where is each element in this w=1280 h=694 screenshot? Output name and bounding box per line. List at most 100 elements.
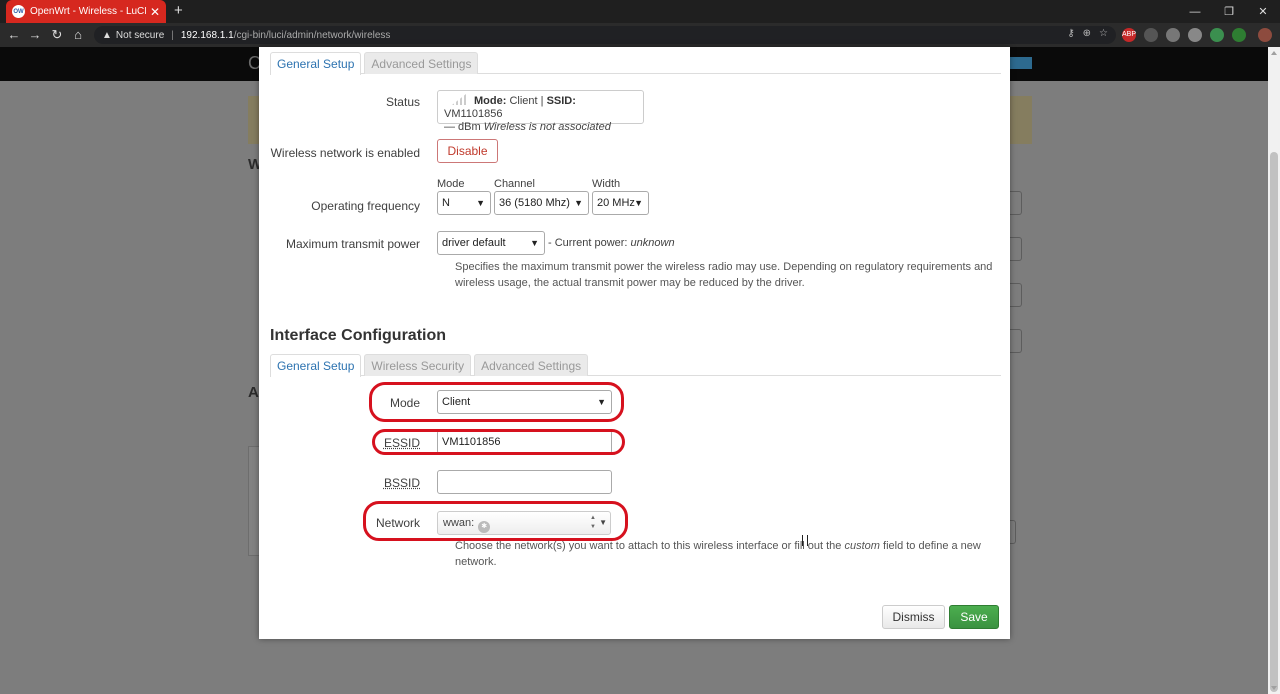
tx-power-select[interactable]: driver default ▼ xyxy=(437,231,545,255)
tab-device-advanced-settings[interactable]: Advanced Settings xyxy=(364,52,479,74)
tab-iface-general-setup[interactable]: General Setup xyxy=(270,354,362,377)
network-highlight xyxy=(363,501,628,541)
status-ssid-key: SSID: xyxy=(546,95,576,107)
zoom-icon[interactable]: ⊕ xyxy=(1083,28,1091,39)
network-help-pre: Choose the network(s) you want to attach… xyxy=(455,540,842,552)
back-arrow-icon[interactable]: ← xyxy=(6,27,22,42)
tx-power-help-line2: wireless usage, the actual transmit powe… xyxy=(455,277,805,289)
network-help: Choose the network(s) you want to attach… xyxy=(455,538,981,570)
address-bar[interactable]: ▲ Not secure | 192.168.1.1/cgi-bin/luci/… xyxy=(94,26,1116,44)
freq-mode-select[interactable]: N ▼ xyxy=(437,191,491,215)
url-path: /cgi-bin/luci/admin/network/wireless xyxy=(233,29,391,41)
save-button[interactable]: Save xyxy=(949,605,999,629)
backdrop-panel xyxy=(248,446,259,556)
scroll-up-arrow-icon[interactable] xyxy=(1271,51,1277,55)
extension-icon[interactable] xyxy=(1210,28,1224,42)
url-host: 192.168.1.1 xyxy=(180,29,234,41)
bssid-input[interactable] xyxy=(437,470,612,494)
backdrop-control xyxy=(1010,520,1016,544)
tx-power-label: Maximum transmit power xyxy=(285,237,420,251)
channel-select[interactable]: 36 (5180 Mhz) ▼ xyxy=(494,191,589,215)
reload-icon[interactable]: ↻ xyxy=(49,27,65,43)
disable-button[interactable]: Disable xyxy=(437,139,498,163)
new-tab-button[interactable]: + xyxy=(174,2,183,19)
status-ssid-value: VM1101856 xyxy=(444,108,503,120)
freq-width-label: Width xyxy=(592,178,621,190)
current-power-prefix: - Current power: xyxy=(548,237,628,249)
backdrop-control xyxy=(1010,329,1022,353)
interface-tabs: General Setup Wireless Security Advanced… xyxy=(270,352,1001,377)
width-select[interactable]: 20 MHz ▼ xyxy=(592,191,649,215)
browser-toolbar: ← → ↻ ⌂ ▲ Not secure | 192.168.1.1/cgi-b… xyxy=(0,23,1280,47)
tab-device-general-setup[interactable]: General Setup xyxy=(270,52,362,75)
home-icon[interactable]: ⌂ xyxy=(70,27,86,42)
network-help-line2: network. xyxy=(455,556,497,568)
extension-icon[interactable] xyxy=(1188,28,1202,42)
network-help-custom: custom xyxy=(844,540,880,552)
tx-power-value: driver default xyxy=(442,237,506,249)
tab-iface-wireless-security[interactable]: Wireless Security xyxy=(364,354,472,376)
chevron-down-icon: ▼ xyxy=(530,238,539,248)
tab-iface-advanced-settings[interactable]: Advanced Settings xyxy=(474,354,589,376)
extension-icons: ABP ⋮ xyxy=(1122,28,1280,42)
extension-icon[interactable] xyxy=(1232,28,1246,42)
adblock-extension-icon[interactable]: ABP xyxy=(1122,28,1136,42)
freq-channel-label: Channel xyxy=(494,178,535,190)
mode-highlight xyxy=(369,382,624,422)
profile-avatar[interactable] xyxy=(1258,28,1272,42)
address-separator: | xyxy=(171,29,174,41)
address-bar-actions: ⚷ ⊕ ☆ xyxy=(1067,28,1108,39)
current-power: - Current power: unknown xyxy=(548,237,675,249)
device-tabs: General Setup Advanced Settings xyxy=(270,50,1001,75)
network-help-post: field to define a new xyxy=(883,540,981,552)
browser-tabstrip: OW OpenWrt - Wireless - LuCI ✕ + — ❐ ✕ xyxy=(0,0,1280,23)
scroll-down-arrow-icon[interactable] xyxy=(1271,686,1277,690)
window-close-button[interactable]: ✕ xyxy=(1246,0,1280,23)
extension-icon[interactable] xyxy=(1166,28,1180,42)
status-mode-key: Mode: xyxy=(474,95,507,107)
operating-frequency-label: Operating frequency xyxy=(311,199,420,213)
chevron-down-icon: ▼ xyxy=(476,198,485,208)
backdrop-badge xyxy=(1010,57,1032,69)
backdrop-control xyxy=(1010,191,1022,215)
status-association: Wireless is not associated xyxy=(483,121,611,133)
backdrop-control xyxy=(1010,237,1022,261)
backdrop-control xyxy=(1010,283,1022,307)
current-power-value: unknown xyxy=(630,237,675,249)
forward-arrow-icon[interactable]: → xyxy=(27,27,43,42)
browser-tab[interactable]: OW OpenWrt - Wireless - LuCI ✕ xyxy=(6,0,166,23)
window-restore-button[interactable]: ❐ xyxy=(1212,0,1246,23)
warning-triangle-icon: ▲ xyxy=(102,29,112,41)
extension-icon[interactable] xyxy=(1144,28,1158,42)
scrollbar-thumb[interactable] xyxy=(1270,152,1278,692)
wireless-enabled-label: Wireless network is enabled xyxy=(270,146,420,160)
tab-close-icon[interactable]: ✕ xyxy=(150,5,160,19)
bssid-label: BSSID xyxy=(383,476,420,490)
key-icon[interactable]: ⚷ xyxy=(1067,28,1074,39)
tx-power-help-line1: Specifies the maximum transmit power the… xyxy=(455,261,993,273)
not-secure-label[interactable]: Not secure xyxy=(116,30,164,41)
window-minimize-button[interactable]: — xyxy=(1178,0,1212,23)
signal-strength-icon xyxy=(452,94,466,105)
channel-value: 36 (5180 Mhz) xyxy=(499,197,570,209)
tx-power-help: Specifies the maximum transmit power the… xyxy=(455,259,992,291)
browser-tab-title: OpenWrt - Wireless - LuCI xyxy=(30,6,146,17)
freq-mode-label: Mode xyxy=(437,178,465,190)
page-scrollbar[interactable] xyxy=(1268,47,1280,694)
dismiss-button[interactable]: Dismiss xyxy=(882,605,945,629)
interface-configuration-title: Interface Configuration xyxy=(270,327,447,344)
status-box: Mode: Client | SSID: VM1101856 — dBm Wir… xyxy=(437,90,644,133)
text-cursor-icon xyxy=(802,535,808,546)
status-signal: — dBm xyxy=(444,121,481,133)
openwrt-favicon-icon: OW xyxy=(12,5,25,18)
status-label: Status xyxy=(385,95,420,109)
status-mode-value: Client xyxy=(509,95,538,107)
backdrop-heading-fragment: A xyxy=(248,384,259,401)
bookmark-star-icon[interactable]: ☆ xyxy=(1099,28,1108,39)
wireless-config-modal: General Setup Advanced Settings Status M… xyxy=(259,47,1010,639)
essid-highlight xyxy=(372,429,625,455)
chevron-down-icon: ▼ xyxy=(574,198,583,208)
freq-mode-value: N xyxy=(442,197,450,209)
chevron-down-icon: ▼ xyxy=(634,198,643,208)
width-value: 20 MHz xyxy=(597,197,635,209)
